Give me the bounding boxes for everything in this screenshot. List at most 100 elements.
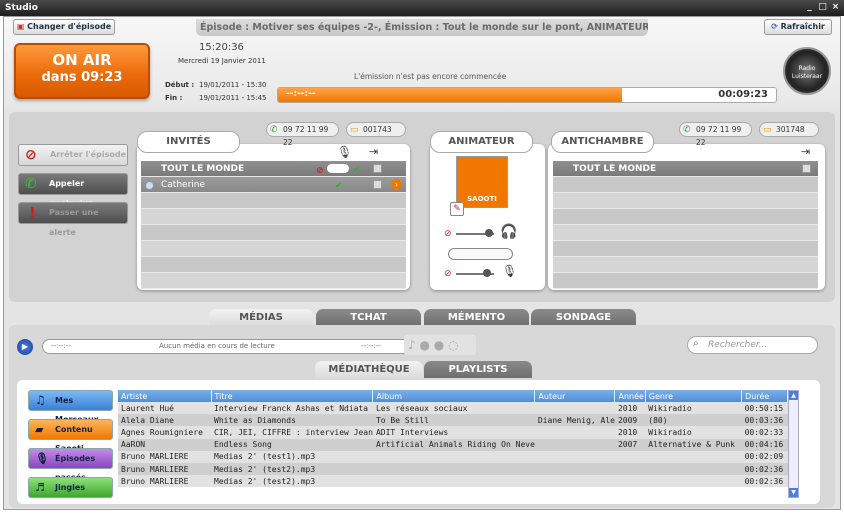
exit-icon: ⇥ [369,145,379,158]
select-checkbox[interactable] [802,164,811,173]
table-cell [534,438,615,451]
column-header[interactable]: Titre [211,390,374,402]
mute-icon[interactable]: ⊘ [444,269,452,279]
end-label: Fin : [165,94,183,102]
phone-icon: ✆ [683,125,691,135]
tab-medias[interactable]: MÉDIAS [209,309,313,326]
check-icon[interactable]: ✔ [353,162,361,178]
tab-playlists[interactable]: PLAYLISTS [424,361,532,378]
progress-start: --:--:-- [286,89,316,99]
select-checkbox[interactable] [373,164,382,173]
empty-row [141,273,406,289]
exit-icon: ⇥ [801,145,811,158]
refresh-icon: ⟳ [771,22,781,31]
empty-row [141,193,406,209]
phone-icon: ✆ [25,176,37,192]
audio-controls[interactable]: ♪ ● ● ◌ [404,335,476,355]
select-checkbox[interactable] [373,180,382,189]
volume-toggle[interactable] [327,164,349,173]
my-tracks-button[interactable]: ♫Mes Morceaux [28,390,113,424]
phone-icon: ✆ [270,125,278,135]
table-cell: 00:02:36 [741,475,788,488]
lobby-list: TOUT LE MONDE [553,161,818,289]
table-row[interactable]: Bruno MARLIERE Medias 2' (test2).mp3 00:02… [118,475,788,488]
past-episodes-button[interactable]: 🎙Épisodes passés [28,448,113,482]
tab-memento[interactable]: MÉMENTO [424,309,529,326]
guests-all-row[interactable]: TOUT LE MONDE ⊘ ✔ [141,161,406,177]
refresh-button[interactable]: ⟳ Rafraîchir [764,19,832,35]
empty-row [141,257,406,273]
column-header[interactable]: Année [614,390,646,402]
table-row[interactable]: Bruno MARLIERE Medias 2' (test2).mp3 00:02… [118,462,788,476]
send-alert-button[interactable]: ! Passer une alerte [18,202,128,237]
window-title: Studio [5,3,38,13]
table-cell [645,462,742,476]
stop-episode-button[interactable]: ⊘ Arrêter l'épisode [18,144,128,166]
table-cell [534,462,615,476]
table-cell: Alela Diane [118,414,211,427]
column-header[interactable]: Genre [645,390,743,402]
table-cell: Medias 2' (test2).mp3 [211,462,373,476]
clock: 15:20:36 [199,42,244,53]
alert-icon: ! [29,204,36,222]
minimize-button[interactable]: _ [804,2,815,13]
table-cell: Bruno MARLIERE [118,462,211,476]
table-cell [372,450,535,463]
maximize-button[interactable]: □ [817,2,828,13]
tab-mediatheque[interactable]: MÉDIATHÈQUE [315,361,423,378]
end-value: 19/01/2011 - 15:45 [199,94,267,102]
table-cell: AaRON [118,438,211,451]
close-button[interactable]: × [830,2,841,13]
table-cell: 00:50:15 [741,402,788,415]
call-someone-button[interactable]: ✆Appeler quelqu'un [18,173,128,208]
table-cell: 00:02:36 [741,462,788,476]
table-cell: Les réseaux sociaux [372,402,535,415]
lobby-all-row[interactable]: TOUT LE MONDE [553,161,818,177]
table-cell: 00:04:16 [741,438,788,451]
table-cell: Laurent Hué [118,402,211,415]
column-header[interactable]: Auteur [534,390,616,402]
tab-sondage[interactable]: SONDAGE [531,309,636,326]
saooti-content-button[interactable]: ▰Contenu Saooti [28,419,113,453]
empty-row [553,225,818,241]
column-header[interactable]: Artiste [118,390,212,402]
mute-icon[interactable]: ⊘ [316,163,324,179]
table-cell [534,402,615,415]
table-scrollbar[interactable]: ▲ ▼ [788,390,799,498]
slider-handle[interactable] [483,269,491,277]
stop-icon: ⊘ [25,147,37,163]
table-row[interactable]: Bruno MARLIERE Medias 2' (test1).mp3 00:02… [118,450,788,463]
column-header[interactable]: Album [372,390,536,402]
play-icon[interactable]: ▶ [17,339,33,355]
table-cell: ADIT Interviews [372,426,535,439]
mute-icon[interactable]: ⊘ [444,229,452,239]
jingles-button[interactable]: ♬ Jingles [28,477,113,498]
table-row[interactable]: Agnes Roumigniere CIR, JEI, CIFFRE : inte… [118,426,788,439]
table-cell: 00:02:33 [741,426,788,439]
table-cell: Medias 2' (test1).mp3 [211,450,373,463]
slider-handle[interactable] [485,229,493,237]
table-cell: Wikiradio [645,402,742,415]
table-cell [645,475,742,488]
table-cell: Artificial Animals Riding On Neve [372,438,535,451]
tab-tchat[interactable]: TCHAT [316,309,421,326]
table-cell: 2010 [614,402,646,415]
scroll-down-icon[interactable]: ▼ [789,488,798,497]
scroll-up-icon[interactable]: ▲ [789,391,798,400]
empty-row [553,257,818,273]
column-header[interactable]: Durée [741,390,788,402]
search-input[interactable]: Rechercher... [687,336,818,354]
host-edit-icon[interactable]: ✎ [450,202,464,216]
table-row[interactable]: Alela Diane White as Diamonds To Be Still D… [118,414,788,427]
guest-row[interactable]: Catherine ✔ › [141,177,406,193]
episode-progress: --:--:-- 00:09:23 [277,87,777,103]
episode-info: Épisode : Motiver ses équipes -2-, Émiss… [196,19,648,36]
jingle-icon: ♬ [35,481,45,494]
on-air-indicator: ON AIR dans 09:23 [14,43,150,99]
check-icon[interactable]: ✔ [335,178,343,194]
table-row[interactable]: Laurent Hué Interview Franck Ashas et Ndi… [118,402,788,415]
arrow-right-icon[interactable]: › [391,179,402,190]
change-episode-button[interactable]: ▣ Changer d'épisode [13,19,115,35]
guests-panel: TOUT LE MONDE ⊘ ✔ Catherine ✔ › 🎙 ⇥ [137,144,410,290]
table-row[interactable]: AaRON Endless Song Artificial Animals Ridi… [118,438,788,451]
